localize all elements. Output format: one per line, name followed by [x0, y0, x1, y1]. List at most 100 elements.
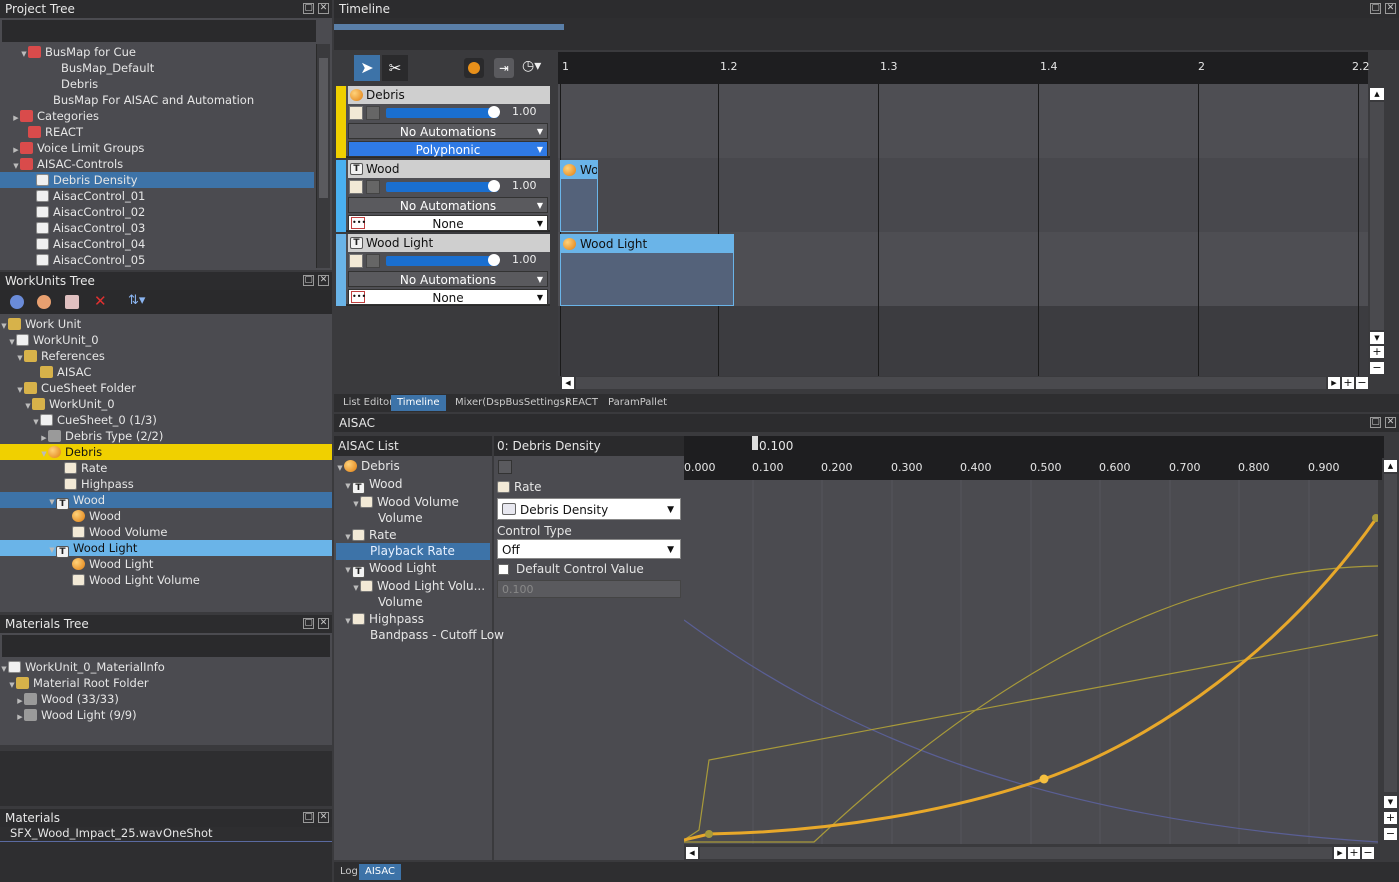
tree-item[interactable]: Wood — [0, 508, 332, 524]
collapse-icon[interactable]: ▼ — [336, 460, 344, 477]
tree-item[interactable]: AisacControl_05 — [0, 252, 314, 268]
project-tree-scrollbar[interactable] — [316, 44, 330, 268]
tree-item[interactable]: Wood Light — [0, 556, 332, 572]
track-wood-light[interactable]: T Wood Light 1.00 No Automations ▼ ••• None… — [336, 234, 550, 306]
maximize-icon[interactable]: ▢ — [303, 3, 314, 14]
aisac-list-item[interactable]: Volume — [336, 594, 490, 611]
close-icon[interactable]: ✕ — [1385, 3, 1396, 14]
add-cue-icon[interactable] — [37, 295, 51, 309]
clip-wood[interactable]: Wo — [560, 160, 598, 232]
clip-wood-light[interactable]: Wood Light — [560, 234, 734, 306]
tab-aisac[interactable]: AISAC — [359, 864, 401, 880]
maximize-icon[interactable]: ▢ — [303, 812, 314, 823]
maximize-icon[interactable]: ▢ — [303, 618, 314, 629]
lock-icon[interactable] — [366, 254, 380, 268]
aisac-cursor-bar[interactable]: 0.100 — [684, 436, 1384, 458]
track-wood[interactable]: T Wood 1.00 No Automations ▼ ••• None ▼ — [336, 160, 550, 232]
timeline-hscroll[interactable]: ◀ ▶ + − — [562, 376, 1368, 390]
tree-item[interactable]: ▼ CueSheet Folder — [0, 380, 332, 396]
tree-item[interactable]: ▶ Debris Type (2/2) — [0, 428, 332, 444]
aisac-list-item[interactable]: ▼ T Wood Light — [336, 560, 490, 579]
aisac-hscroll[interactable]: ◀ ▶ + − — [684, 846, 1382, 860]
timeline-vscroll[interactable]: ▲ ▼ + − — [1368, 84, 1386, 376]
tree-item[interactable]: ▼ WorkUnit_0 — [0, 396, 332, 412]
tree-item[interactable]: BusMap For AISAC and Automation — [0, 92, 314, 108]
mode-dropdown[interactable]: Polyphonic ▼ — [348, 141, 548, 157]
tree-item[interactable]: ▼ AISAC-Controls — [0, 156, 314, 172]
aisac-list-item[interactable]: ▼ Rate — [336, 527, 490, 544]
collapse-icon[interactable]: ▼ — [344, 478, 352, 495]
tree-item[interactable]: Debris — [0, 76, 314, 92]
add-material-icon[interactable] — [65, 295, 79, 309]
add-workunit-icon[interactable] — [10, 295, 24, 309]
close-icon[interactable]: ✕ — [318, 812, 329, 823]
material-file[interactable]: SFX_Wood_Impact_25.wav — [10, 826, 162, 840]
tree-item[interactable]: ▶ Categories — [0, 108, 314, 124]
curve-icon[interactable] — [349, 254, 363, 268]
list-icon[interactable] — [498, 460, 512, 474]
volume-slider[interactable] — [386, 180, 500, 192]
curve-icon[interactable] — [349, 106, 363, 120]
materials-search[interactable] — [2, 635, 330, 657]
control-dropdown[interactable]: Debris Density ▼ — [497, 498, 681, 520]
tab-list-editor[interactable]: List Editor — [337, 395, 399, 411]
maximize-icon[interactable]: ▢ — [1370, 417, 1381, 428]
volume-slider[interactable] — [386, 106, 500, 118]
tree-item[interactable]: AisacControl_02 — [0, 204, 314, 220]
lock-icon[interactable] — [366, 106, 380, 120]
tree-item-selected[interactable]: ▼ T Wood — [0, 492, 332, 510]
default-value-input[interactable]: 0.100 — [497, 580, 681, 598]
zoom-in-icon[interactable]: + — [1342, 377, 1354, 389]
tree-item[interactable]: AISAC — [0, 364, 332, 380]
mode-dropdown[interactable]: ••• None ▼ — [348, 289, 548, 305]
zoom-out-icon[interactable]: − — [1356, 377, 1368, 389]
expand-icon[interactable]: ▶ — [16, 709, 24, 725]
aisac-list-item[interactable]: ▼ Debris — [336, 458, 490, 475]
tree-item[interactable]: AisacControl_01 — [0, 188, 314, 204]
collapse-icon[interactable]: ▼ — [344, 562, 352, 579]
maximize-icon[interactable]: ▢ — [303, 275, 314, 286]
tree-item[interactable]: AisacControl_03 — [0, 220, 314, 236]
tree-item[interactable]: ▶ Voice Limit Groups — [0, 140, 314, 156]
timeline-ruler[interactable]: 1 1.2 1.3 1.4 2 2.2 — [558, 52, 1370, 84]
tree-item[interactable]: ▼ Material Root Folder — [0, 675, 332, 691]
zoom-out-icon[interactable]: − — [1362, 847, 1374, 859]
overview-range[interactable] — [334, 24, 564, 30]
tree-item[interactable]: ▶ Wood Light (9/9) — [0, 707, 332, 723]
automation-dropdown[interactable]: No Automations ▼ — [348, 123, 548, 139]
volume-slider[interactable] — [386, 254, 500, 266]
clock-dropdown-icon[interactable]: ◷▾ — [522, 58, 541, 74]
tree-item[interactable]: Highpass — [0, 476, 332, 492]
tree-item-highlighted[interactable]: ▼ Debris — [0, 444, 332, 460]
tree-item[interactable]: BusMap_Default — [0, 60, 314, 76]
track-debris[interactable]: Debris 1.00 No Automations ▼ Polyphonic ▼ — [336, 86, 550, 158]
zoom-in-icon[interactable]: + — [1384, 812, 1397, 824]
close-icon[interactable]: ✕ — [318, 275, 329, 286]
aisac-list-item[interactable]: Bandpass - Cutoff Low — [336, 627, 504, 644]
control-type-dropdown[interactable]: Off ▼ — [497, 539, 681, 559]
tab-react[interactable]: REACT — [559, 395, 604, 411]
lock-icon[interactable] — [366, 180, 380, 194]
close-icon[interactable]: ✕ — [318, 618, 329, 629]
snap-icon[interactable]: ⇥ — [494, 58, 514, 78]
tree-item[interactable]: ▼ CueSheet_0 (1/3) — [0, 412, 332, 428]
tree-item[interactable]: Wood Light Volume — [0, 572, 332, 588]
automation-dropdown[interactable]: No Automations ▼ — [348, 271, 548, 287]
tree-item[interactable]: ▼ References — [0, 348, 332, 364]
zoom-in-icon[interactable]: + — [1348, 847, 1360, 859]
tree-item[interactable]: REACT — [0, 124, 314, 140]
aisac-list-item[interactable]: Playback Rate — [336, 543, 490, 560]
tree-item-selected[interactable]: ▼ T Wood Light — [0, 540, 332, 558]
default-value-checkbox[interactable] — [498, 564, 509, 575]
sort-icon[interactable]: ⇅▾ — [128, 293, 145, 308]
curve-icon[interactable] — [349, 180, 363, 194]
tree-item[interactable]: ▼ WorkUnit_0 — [0, 332, 332, 348]
aisac-list-item[interactable]: ▼ Wood Volume — [336, 494, 490, 511]
tree-item[interactable]: ▼ Work Unit — [0, 316, 332, 332]
timeline-lanes[interactable]: Wo Wood Light — [558, 84, 1368, 376]
aisac-vscroll[interactable]: ▲ ▼ + − — [1382, 458, 1398, 844]
tree-item[interactable]: ▼ WorkUnit_0_MaterialInfo — [0, 659, 332, 675]
close-icon[interactable]: ✕ — [1385, 417, 1396, 428]
delete-icon[interactable]: ✕ — [94, 292, 107, 310]
aisac-list-item[interactable]: ▼ Wood Light Volu... — [336, 578, 490, 595]
